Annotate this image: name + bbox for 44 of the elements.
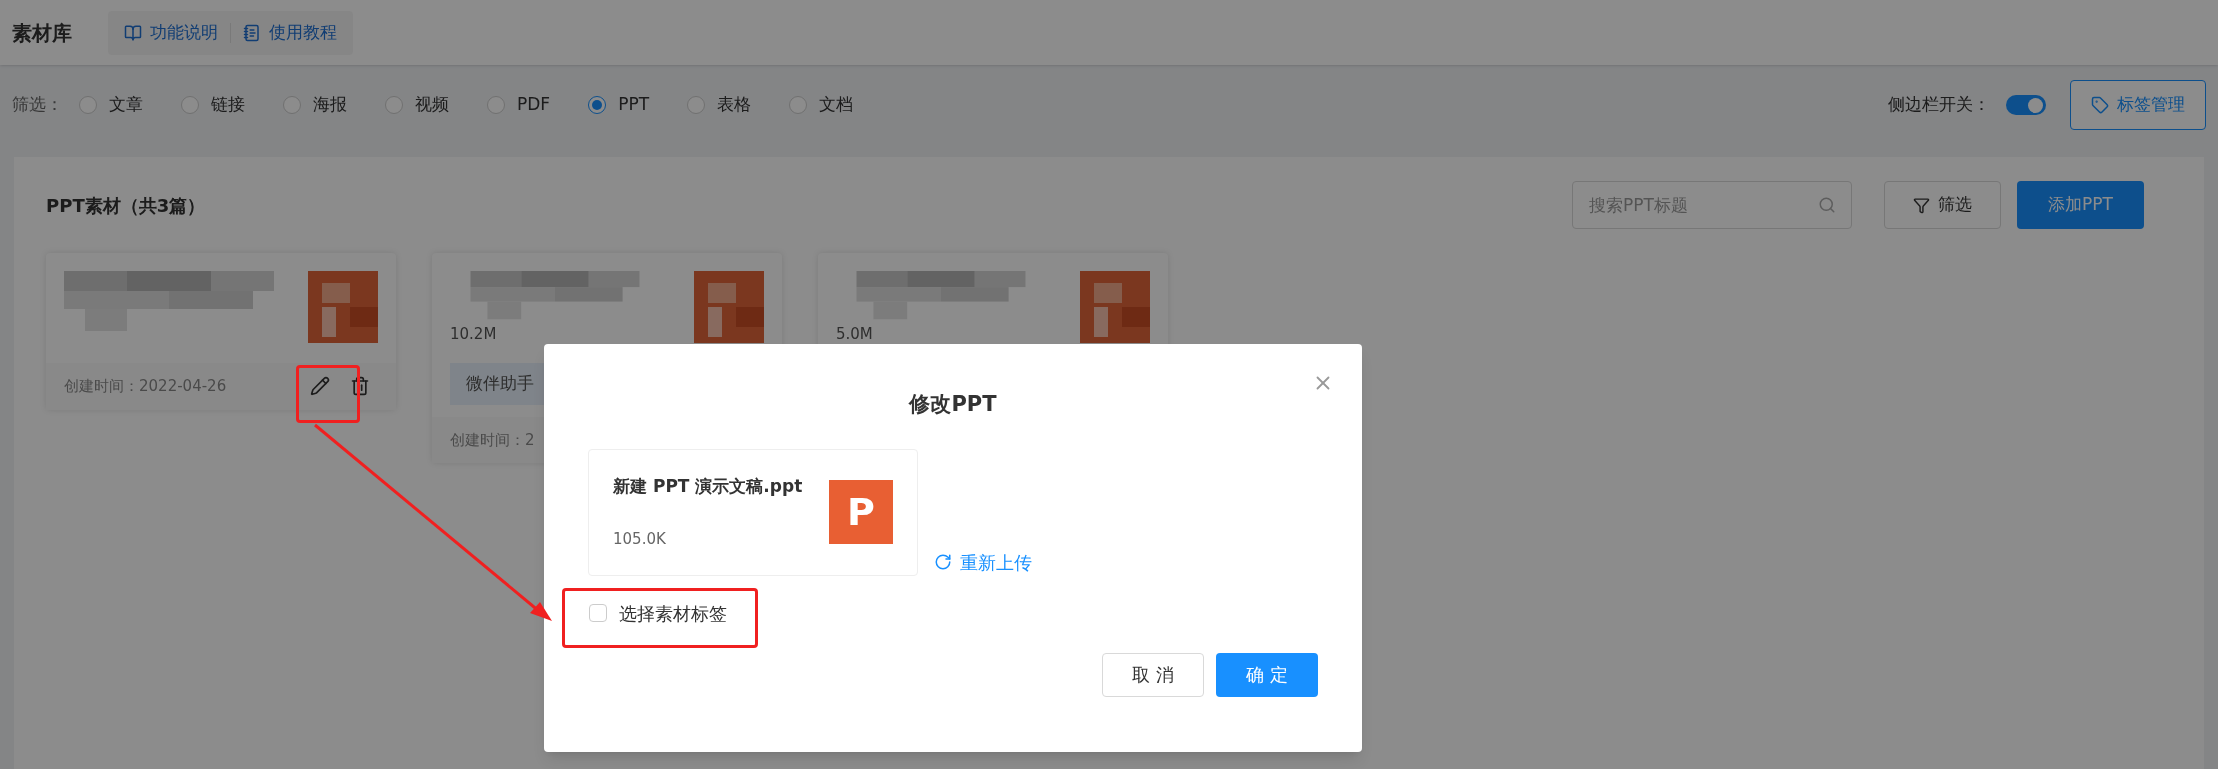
ppt-card[interactable]: 创建时间：2022-04-26 xyxy=(46,253,396,410)
dialog-title: 修改PPT xyxy=(907,391,998,418)
tag-checkbox[interactable]: 选择素材标签 xyxy=(589,599,727,627)
ppt-file-icon: P xyxy=(829,480,893,544)
delete-icon[interactable] xyxy=(350,376,370,397)
created-date: 创建时间：2022-04-26 xyxy=(64,376,227,397)
file-size: 5.0M xyxy=(836,323,874,345)
help-link[interactable]: 使用教程 xyxy=(243,19,337,46)
search-icon xyxy=(1818,196,1836,214)
search-field[interactable]: 搜索PPT标题 xyxy=(1572,181,1852,229)
radio-option[interactable]: 视频 xyxy=(385,92,449,118)
section-title: PPT素材（共3篇） xyxy=(46,193,206,218)
filter-label: 筛选： xyxy=(12,93,63,117)
file-name: 新建 PPT 演示文稿.ppt xyxy=(613,474,803,498)
highlight-box xyxy=(296,365,360,423)
file-size: 105.0K xyxy=(613,529,667,550)
tag-manage-button[interactable]: 标签管理 xyxy=(2070,80,2206,130)
blurred-file-icon xyxy=(1080,271,1150,343)
radio-option[interactable]: 海报 xyxy=(283,92,347,118)
notebook-icon xyxy=(243,23,261,42)
edit-icon[interactable] xyxy=(310,376,330,397)
radio-option[interactable]: 文档 xyxy=(789,92,853,118)
blurred-file-icon xyxy=(308,271,378,343)
file-size: 10.2M xyxy=(450,323,498,345)
blurred-file-icon xyxy=(694,271,764,343)
sidebar-toggle-label: 侧边栏开关： xyxy=(1888,93,1990,117)
sidebar-toggle[interactable] xyxy=(2006,95,2046,115)
created-date: 创建时间：2 xyxy=(450,429,535,451)
tag-icon xyxy=(2091,96,2109,114)
reupload-link[interactable]: 重新上传 xyxy=(934,548,1032,576)
radio-option[interactable]: PPT xyxy=(588,92,649,118)
add-ppt-button[interactable]: 添加PPT xyxy=(2017,181,2144,229)
page-title: 素材库 xyxy=(12,19,72,47)
cancel-button[interactable]: 取 消 xyxy=(1102,652,1204,697)
help-link[interactable]: 功能说明 xyxy=(124,19,218,46)
radio-option[interactable]: 表格 xyxy=(687,92,751,118)
filter-button[interactable]: 筛选 xyxy=(1884,181,2001,229)
radio-option[interactable]: 文章 xyxy=(79,92,143,118)
radio-option[interactable]: 链接 xyxy=(181,92,245,118)
radio-option[interactable]: PDF xyxy=(487,92,551,118)
book-icon xyxy=(124,23,142,42)
filter-icon xyxy=(1913,196,1930,214)
refresh-icon xyxy=(934,553,952,571)
ok-button[interactable]: 确 定 xyxy=(1216,652,1318,697)
